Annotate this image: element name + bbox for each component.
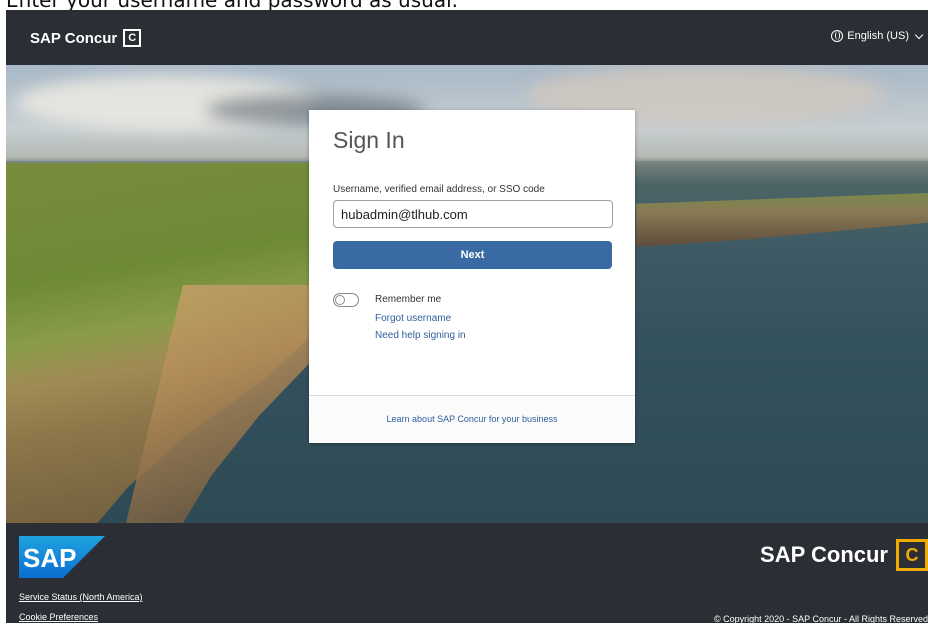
cookie-preferences-link[interactable]: Cookie Preferences bbox=[19, 612, 98, 622]
page-footer: SAP Service Status (North America) Cooki… bbox=[6, 523, 928, 624]
sap-logo: SAP bbox=[19, 536, 105, 578]
sap-logo-text: SAP bbox=[23, 543, 76, 573]
globe-icon bbox=[831, 30, 844, 42]
distant-cliffs bbox=[636, 193, 928, 247]
page-caption: Enter your username and password as usua… bbox=[6, 0, 458, 12]
next-button[interactable]: Next bbox=[333, 241, 612, 269]
need-help-link[interactable]: Need help signing in bbox=[375, 330, 466, 341]
header-brand[interactable]: SAP Concur C bbox=[30, 29, 142, 47]
concur-logo-icon: C bbox=[123, 29, 142, 47]
concur-logo-icon: C bbox=[896, 539, 928, 571]
signin-card: Sign In Username, verified email address… bbox=[309, 110, 635, 443]
username-input[interactable] bbox=[333, 200, 613, 228]
forgot-username-link[interactable]: Forgot username bbox=[375, 313, 451, 324]
footer-brand-text: SAP Concur bbox=[760, 542, 888, 567]
language-label: English (US) bbox=[847, 30, 909, 42]
chevron-down-icon bbox=[914, 30, 924, 39]
footer-brand: SAP Concur C bbox=[760, 539, 928, 571]
signin-title: Sign In bbox=[333, 127, 405, 153]
learn-about-link[interactable]: Learn about SAP Concur for your business bbox=[309, 414, 635, 424]
toggle-knob bbox=[335, 295, 345, 305]
remember-me-toggle[interactable] bbox=[333, 293, 359, 307]
service-status-link[interactable]: Service Status (North America) bbox=[19, 592, 143, 602]
top-bar: SAP Concur C English (US) bbox=[6, 10, 928, 65]
language-selector[interactable]: English (US) bbox=[831, 30, 924, 42]
remember-me-label: Remember me bbox=[375, 294, 442, 305]
username-label: Username, verified email address, or SSO… bbox=[333, 184, 545, 195]
header-brand-text: SAP Concur bbox=[30, 29, 118, 47]
